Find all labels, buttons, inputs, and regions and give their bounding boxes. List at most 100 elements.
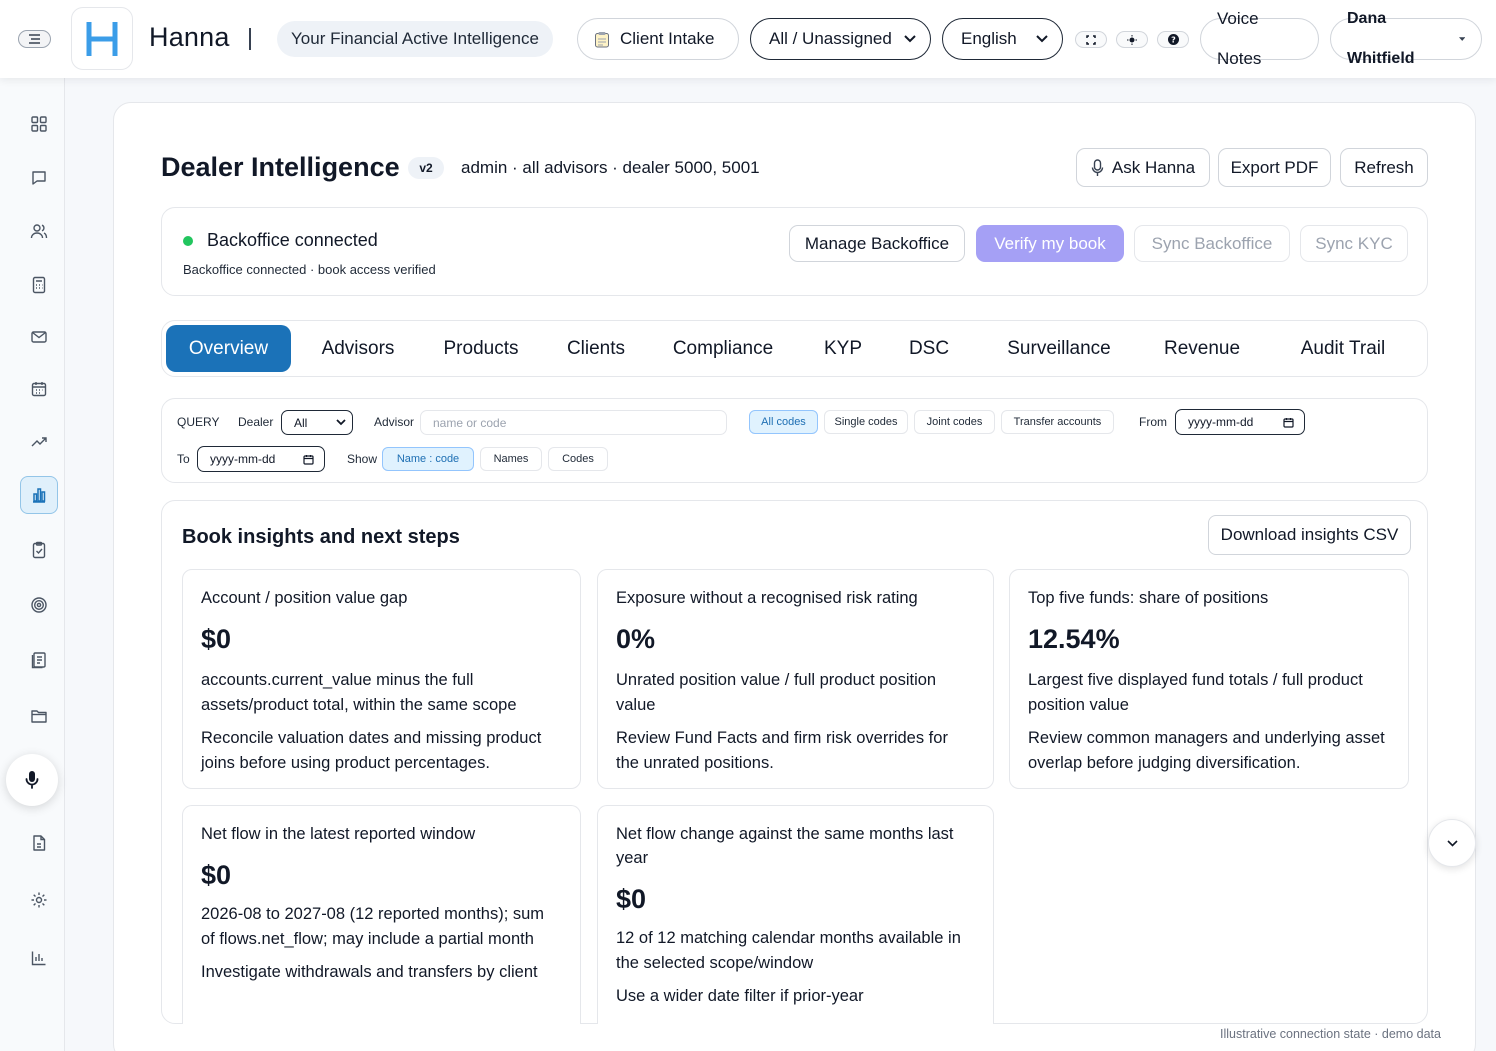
insight-value: 12.54% [1028,624,1120,654]
insight-card: Top five funds: share of positions 12.54… [1009,569,1409,789]
show-names[interactable]: Names [480,447,542,471]
insight-next-step: Review common managers and underlying as… [1028,729,1385,772]
from-date-input[interactable]: yyyy-mm-dd [1175,409,1305,435]
voice-notes-button[interactable]: Voice Notes [1200,9,1319,68]
sidebar-item-documents[interactable] [20,697,58,735]
sidebar-item-chat[interactable] [20,159,58,197]
dealer-select-value: All [294,415,308,430]
insight-card: Net flow in the latest reported window $… [182,805,581,1024]
users-icon [30,224,48,239]
chevron-down-icon [1036,35,1048,43]
sidebar-item-trends[interactable] [20,423,58,461]
insight-next-step: Review Fund Facts and firm risk override… [616,729,948,772]
sidebar-item-dashboard[interactable] [20,105,58,143]
from-label: From [1139,415,1167,429]
clipboard-icon [595,31,609,47]
file-icon [33,835,46,851]
filter-joint-codes[interactable]: Joint codes [914,410,995,434]
sidebar-item-goals[interactable] [20,586,58,624]
client-intake-label: Client Intake [620,29,715,48]
show-name-code[interactable]: Name : code [382,447,474,471]
sidebar-item-clients[interactable] [20,212,58,250]
sidebar-item-calculator[interactable] [20,266,58,304]
insight-card: Exposure without a recognised risk ratin… [597,569,994,789]
voice-record-button[interactable] [6,754,58,806]
insight-next-step: Reconcile valuation dates and missing pr… [201,729,542,772]
sidebar-item-analytics[interactable] [20,939,58,977]
chevron-down-icon [336,419,346,426]
filter-single-codes[interactable]: Single codes [824,410,908,434]
insight-description: Largest five displayed fund totals / ful… [1028,671,1363,714]
insight-value: 0% [616,624,656,654]
target-icon [31,597,47,613]
scroll-down-button[interactable] [1428,819,1476,867]
tab-overview[interactable]: Overview [166,325,291,372]
download-insights-csv-button[interactable]: Download insights CSV [1208,515,1411,555]
focus-icon [1086,34,1096,45]
filter-transfer-accounts[interactable]: Transfer accounts [1001,410,1114,434]
trending-up-icon [31,437,47,447]
sync-backoffice-button[interactable]: Sync Backoffice [1134,225,1290,262]
bar-chart-icon [33,488,46,503]
tab-audit-trail[interactable]: Audit Trail [1282,325,1404,372]
tab-products[interactable]: Products [430,325,532,372]
calendar-icon [303,454,314,465]
insights-title: Book insights and next steps [182,526,460,548]
tab-dsc[interactable]: DSC [898,325,960,372]
calculator-icon [32,276,46,294]
export-pdf-button[interactable]: Export PDF [1218,148,1331,187]
insight-next-step: Use a wider date filter if prior-year [616,987,864,1005]
calendar-icon [1283,417,1294,428]
client-intake-button[interactable]: Client Intake [577,18,739,60]
language-select[interactable]: English [942,18,1063,60]
menu-toggle-button[interactable] [18,30,51,48]
insight-label: Top five funds: share of positions [1028,589,1269,607]
help-button[interactable]: ? [1157,31,1189,48]
advisor-input[interactable]: name or code [420,410,727,435]
tab-kyp[interactable]: KYP [812,325,874,372]
help-icon: ? [1167,34,1179,45]
menu-icon [29,34,40,44]
refresh-button[interactable]: Refresh [1340,148,1428,187]
show-codes[interactable]: Codes [548,447,608,471]
backoffice-status-detail: Backoffice connected · book access verif… [183,262,436,277]
insight-label: Net flow in the latest reported window [201,825,476,843]
insight-card: Account / position value gap $0 accounts… [182,569,581,789]
verify-my-book-button[interactable]: Verify my book [976,225,1124,262]
from-date-placeholder: yyyy-mm-dd [1188,415,1254,429]
chevron-down-icon [904,35,916,43]
insight-label: Exposure without a recognised risk ratin… [616,589,918,607]
filter-all-codes[interactable]: All codes [749,410,818,434]
grid-icon [31,116,47,132]
user-menu-button[interactable]: Dana Whitfield [1330,10,1482,67]
tab-clients[interactable]: Clients [554,325,638,372]
assignment-select[interactable]: All / Unassigned [750,18,931,60]
tab-surveillance[interactable]: Surveillance [992,325,1126,372]
sidebar-item-mail[interactable] [20,318,58,356]
insight-value: $0 [616,884,647,914]
sidebar-item-settings[interactable] [20,881,58,919]
query-label: QUERY [177,415,220,429]
theme-toggle-button[interactable] [1116,31,1148,48]
sidebar-item-tasks[interactable] [20,531,58,569]
ask-hanna-label: Ask Hanna [1111,157,1196,177]
version-badge: v2 [408,157,444,179]
tab-advisors[interactable]: Advisors [308,325,408,372]
sync-kyc-button[interactable]: Sync KYC [1300,225,1408,262]
logo[interactable] [71,7,133,70]
to-date-input[interactable]: yyyy-mm-dd [197,446,325,472]
sidebar-item-dealer-intelligence[interactable] [20,476,58,514]
layout-toggle-button[interactable] [1075,31,1107,48]
dealer-select[interactable]: All [281,410,353,435]
show-label: Show [347,452,378,466]
language-select-value: English [961,29,1017,48]
manage-backoffice-button[interactable]: Manage Backoffice [789,225,965,262]
ask-hanna-button[interactable]: Ask Hanna [1076,148,1210,187]
sidebar-item-reports[interactable] [20,641,58,679]
assignment-select-value: All / Unassigned [769,29,892,48]
status-dot [183,236,193,246]
sidebar-item-calendar[interactable] [20,370,58,408]
tab-revenue[interactable]: Revenue [1152,325,1252,372]
sidebar-item-files[interactable] [20,824,58,862]
tab-compliance[interactable]: Compliance [660,325,786,372]
